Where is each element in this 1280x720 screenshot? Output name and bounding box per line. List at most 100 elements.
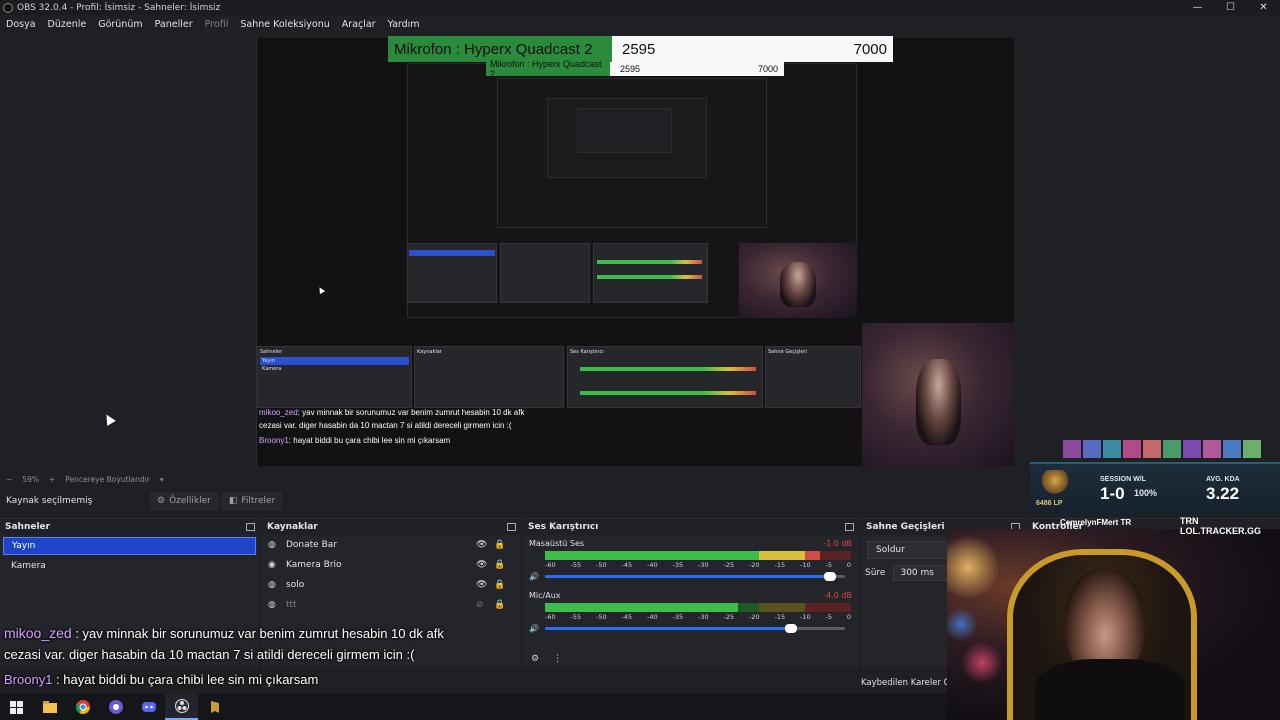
kda-value: 3.22 [1206,484,1240,503]
dock-popout-icon[interactable] [246,523,255,531]
transitions-label: Sahne Geçişleri [866,522,945,532]
session-value: 1-0 [1100,484,1125,503]
champion-icon [1223,440,1241,458]
chrome-alt-icon[interactable] [99,694,132,720]
meter-bg-yellow [759,603,806,612]
lock-icon[interactable]: 🔒 [494,600,505,610]
mixer-channel: Masaüstü Ses -1.0 dB -60 -55 -50 -45 -40 -35 -30… [523,535,858,587]
properties-button[interactable]: ⚙ Özellikler [150,492,218,510]
menu-araclar[interactable]: Araçlar [336,19,382,30]
lost-frames-status: Kaybedilen Kareler 0 [861,678,950,688]
meter-ticks: -60 -55 -50 -45 -40 -35 -30 -25 -20 -15 -10 -5 0 [545,613,851,621]
menu-duzenle[interactable]: Düzenle [42,19,93,30]
menu-yardim[interactable]: Yardım [382,19,426,30]
champion-icon [1083,440,1101,458]
menu-gorunum[interactable]: Görünüm [92,19,148,30]
chat-line-3: Broony1 : hayat biddi bu çara chibi lee … [4,672,318,687]
preview-chat-msg-1: : yav minnak bir sorunumuz var benim zum… [297,408,525,417]
menu-dosya[interactable]: Dosya [0,19,42,30]
streamer-body [1035,659,1185,720]
preview-sources-title: Kaynaklar [417,349,442,355]
menu-paneller[interactable]: Paneller [149,19,199,30]
visibility-eye-icon[interactable]: 👁 [476,580,487,590]
close-button[interactable]: ✕ [1247,0,1280,15]
advanced-audio-gear-icon[interactable]: ⚙ [531,654,539,664]
mic-overlay-banner-nested: Mikrofon : Hyperx Quadcast 2 2595 7000 [486,59,784,79]
lock-icon[interactable]: 🔒 [494,560,505,570]
preview-chat-msg-2: cezasi var. diger hasabin da 10 mactan 7… [259,421,512,430]
preview-meter-1 [580,367,756,371]
riot-icon[interactable] [198,694,231,720]
source-properties-bar: Kaynak seçilmemiş ⚙ Özellikler ◧ Filtrel… [0,489,1030,513]
meter-tick-label: -10 [800,561,811,569]
volume-slider[interactable] [545,624,845,633]
volume-slider-knob[interactable] [785,624,797,633]
scenes-dock-label: Sahneler [5,522,51,532]
meter-tick-label: -55 [570,613,582,621]
champion-icon [1203,440,1221,458]
source-item-solo[interactable]: ◍ solo 👁 🔒 [262,575,520,595]
fit-to-window-label[interactable]: Pencereye Boyutlandır [65,475,150,484]
lock-icon[interactable]: 🔒 [494,540,505,550]
chat-user-1: mikoo_zed [4,625,72,641]
speaker-icon[interactable]: 🔊 [529,624,541,633]
preview-meter-2 [580,391,756,395]
source-item-kamera-brio[interactable]: ◉ Kamera Brio 👁 🔒 [262,555,520,575]
meter-tick-label: -15 [774,613,786,621]
meter-tick-label: -5 [825,561,832,569]
volume-meter [545,551,851,560]
rank-emblem-icon [1040,470,1070,496]
preview-mixer-title: Ses Karıştırıcı [570,349,604,355]
nested-sources-panel [500,243,590,303]
chrome-icon[interactable] [66,694,99,720]
meter-tick-label: -50 [596,613,607,621]
meter-tick-label: 0 [846,613,851,621]
preview-chat-user-3: Broony1 [259,436,289,445]
windows-start-icon[interactable] [0,694,33,720]
dock-popout-icon[interactable] [845,523,854,531]
discord-icon[interactable] [132,694,165,720]
scene-item-yayin[interactable]: Yayın [3,537,256,555]
hidden-eye-icon[interactable]: ⊘ [476,600,484,610]
source-item-donate-bar[interactable]: ◍ Donate Bar 👁 🔒 [262,535,520,555]
volume-slider[interactable] [545,572,845,581]
no-source-selected-label: Kaynak seçilmemiş [6,496,93,506]
minimize-button[interactable]: — [1181,0,1214,15]
preview-canvas[interactable]: Sahneler Yayın Kamera Kaynaklar Ses Karı… [256,38,1014,466]
mixer-menu-dots-icon[interactable]: ⋮ [553,654,562,664]
filters-button[interactable]: ◧ Filtreler [221,492,283,510]
audio-mixer-dock: Ses Karıştırıcı Masaüstü Ses -1.0 dB -60 -5… [523,518,858,668]
scenes-dock-title: Sahneler [0,519,259,535]
filters-button-label: Filtreler [241,496,276,506]
visibility-eye-icon[interactable]: 👁 [476,560,487,570]
meter-tick-label: -20 [749,561,760,569]
maximize-button[interactable]: ☐ [1214,0,1247,15]
menu-sahne-koleksiyonu[interactable]: Sahne Koleksiyonu [234,19,335,30]
visibility-eye-icon[interactable]: 👁 [476,540,487,550]
menu-bar: Dosya Düzenle Görünüm Paneller Profil Sa… [0,16,1280,32]
meter-level-fill [545,551,821,560]
chat-line-2: cezasi var. diger hasabin da 10 mactan 7… [4,647,414,662]
lock-icon[interactable]: 🔒 [494,580,505,590]
camera-icon: ◉ [268,560,276,570]
globe-icon: ◍ [268,600,276,610]
mic-overlay-label-nested: Mikrofon : Hyperx Quadcast 2 [486,59,610,79]
obs-icon[interactable] [165,694,198,720]
dock-popout-icon[interactable] [507,523,516,531]
speaker-icon[interactable]: 🔊 [529,572,541,581]
file-explorer-icon[interactable] [33,694,66,720]
fit-dropdown-icon[interactable]: ▾ [160,475,164,484]
zoom-out-button[interactable]: − [6,475,12,484]
gear-icon: ⚙ [157,496,166,506]
scene-item-kamera[interactable]: Kamera [3,557,256,575]
menu-profil[interactable]: Profil [199,19,235,30]
zoom-in-button[interactable]: + [49,475,55,484]
chat-user-3: Broony1 [4,672,53,687]
obs-window: OBS 32.0.4 - Profil: İsimsiz - Sahneler:… [0,0,1280,720]
volume-slider-knob[interactable] [824,572,836,581]
preview-mixer-dock: Ses Karıştırıcı [567,346,763,408]
mixer-footer: ⚙ ⋮ [531,654,562,664]
source-item-ttt[interactable]: ◍ ttt ⊘ 🔒 [262,595,520,615]
meter-tick-label: -10 [800,613,811,621]
preview-webcam-thumbnail [862,323,1014,466]
